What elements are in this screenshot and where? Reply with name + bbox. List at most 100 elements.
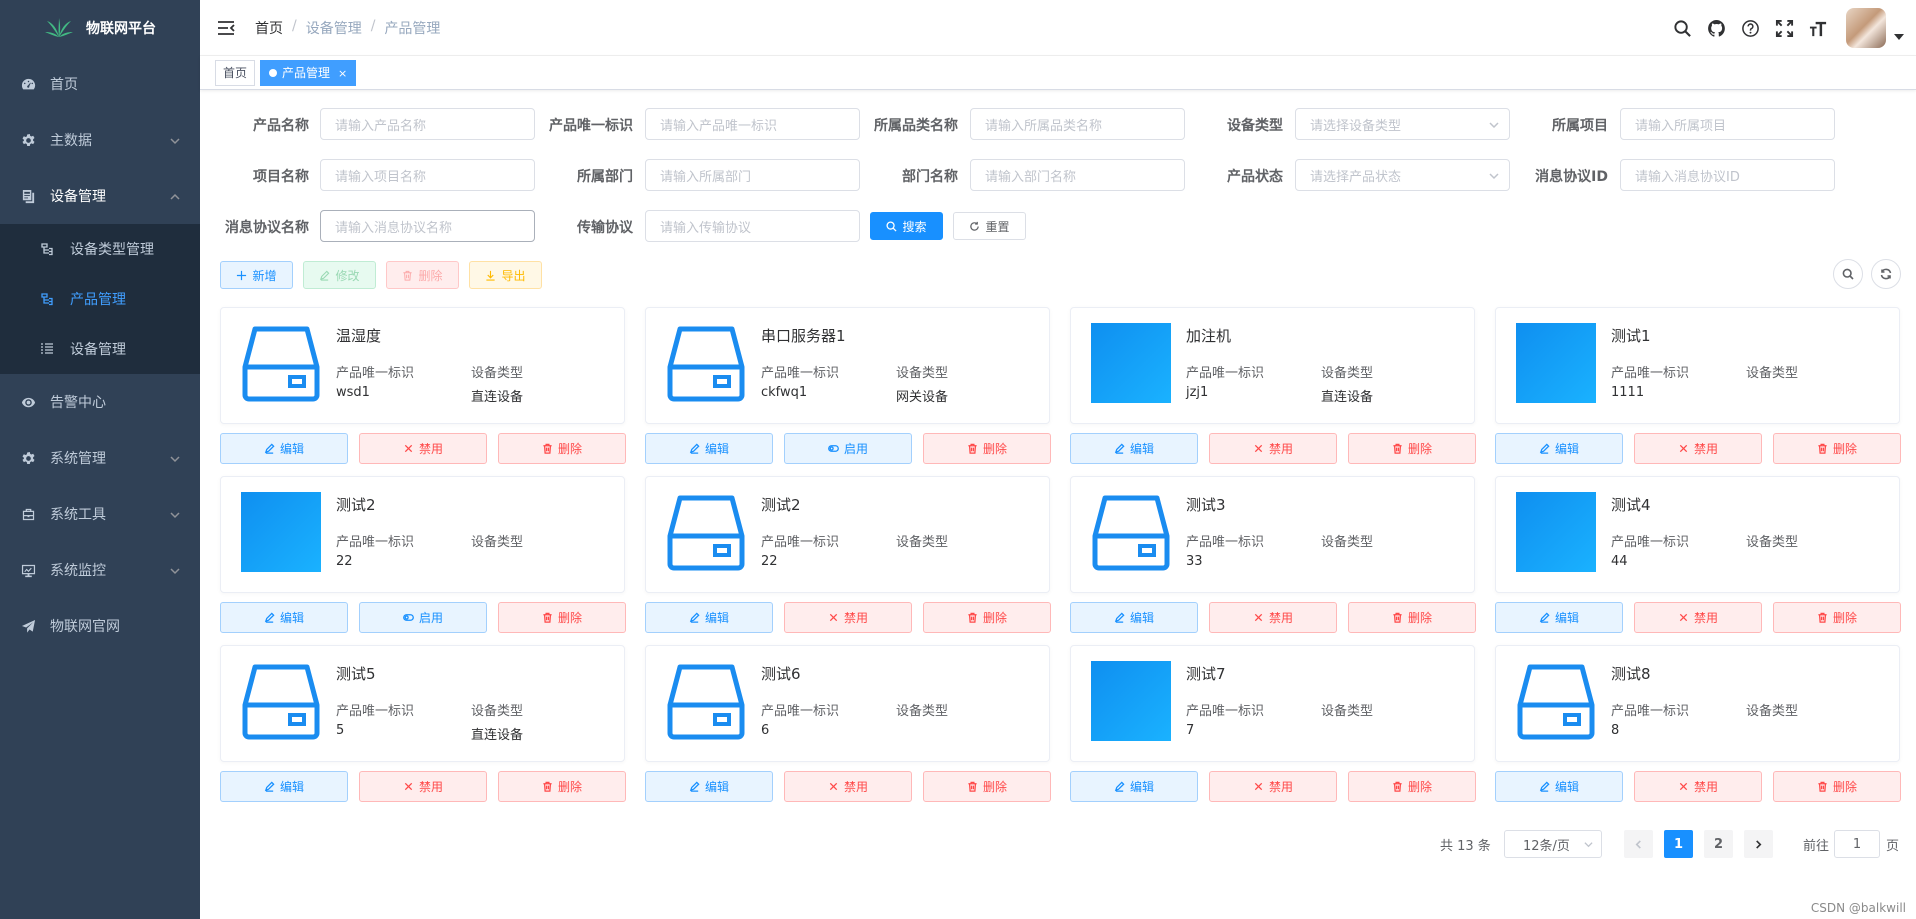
sidebar-item-system-monitor[interactable]: 系统监控 — [0, 542, 200, 598]
card-delete-button[interactable]: 删除 — [1348, 771, 1476, 802]
help-icon[interactable] — [1740, 18, 1760, 38]
reset-button[interactable]: 重置 — [953, 212, 1026, 240]
modify-button[interactable]: 修改 — [303, 261, 376, 289]
sidebar-item-alarm-center[interactable]: 告警中心 — [0, 374, 200, 430]
product-card[interactable]: 测试5 产品唯一标识 5 设备类型 直连设备 — [220, 645, 625, 762]
card-enable-button[interactable]: 启用 — [784, 433, 912, 464]
sidebar-item-system-tools[interactable]: 系统工具 — [0, 486, 200, 542]
protocol-name-input[interactable]: 请输入消息协议名称 — [320, 210, 535, 242]
category-input[interactable]: 请输入所属品类名称 — [970, 108, 1185, 140]
transport-input[interactable]: 请输入传输协议 — [645, 210, 860, 242]
product-card[interactable]: 加注机 产品唯一标识 jzj1 设备类型 直连设备 — [1070, 307, 1475, 424]
product-card[interactable]: 串口服务器1 产品唯一标识 ckfwq1 设备类型 网关设备 — [645, 307, 1050, 424]
card-disable-button[interactable]: 禁用 — [359, 433, 487, 464]
tag-home[interactable]: 首页 — [215, 59, 256, 86]
card-disable-button[interactable]: 禁用 — [1209, 771, 1337, 802]
product-card[interactable]: 测试3 产品唯一标识 33 设备类型 — [1070, 476, 1475, 593]
card-delete-button[interactable]: 删除 — [923, 771, 1051, 802]
product-card[interactable]: 测试2 产品唯一标识 22 设备类型 — [220, 476, 625, 593]
product-card[interactable]: 测试6 产品唯一标识 6 设备类型 — [645, 645, 1050, 762]
fullscreen-icon[interactable] — [1774, 18, 1794, 38]
caret-down-icon[interactable] — [1894, 34, 1904, 40]
add-button[interactable]: 新增 — [220, 261, 293, 289]
search-icon[interactable] — [1672, 18, 1692, 38]
sidebar-item-devices[interactable]: 设备管理 — [0, 324, 200, 374]
card-disable-button[interactable]: 禁用 — [1209, 602, 1337, 633]
card-edit-button[interactable]: 编辑 — [1495, 771, 1623, 802]
card-edit-button[interactable]: 编辑 — [645, 602, 773, 633]
card-edit-button[interactable]: 编辑 — [645, 433, 773, 464]
sidebar-item-master-data[interactable]: 主数据 — [0, 112, 200, 168]
card-edit-button[interactable]: 编辑 — [220, 602, 348, 633]
card-edit-button[interactable]: 编辑 — [220, 771, 348, 802]
toggle-search-button[interactable] — [1833, 259, 1863, 289]
card-edit-button[interactable]: 编辑 — [1070, 771, 1198, 802]
card-disable-button[interactable]: 禁用 — [1634, 771, 1762, 802]
card-enable-button[interactable]: 启用 — [359, 602, 487, 633]
github-icon[interactable] — [1706, 18, 1726, 38]
tag-product-management[interactable]: 产品管理 × — [260, 59, 357, 86]
card-delete-button[interactable]: 删除 — [1348, 602, 1476, 633]
sidebar-item-products[interactable]: 产品管理 — [0, 274, 200, 324]
card-edit-button[interactable]: 编辑 — [1495, 602, 1623, 633]
card-delete-button[interactable]: 删除 — [1348, 433, 1476, 464]
export-button[interactable]: 导出 — [469, 261, 542, 289]
sidebar-item-iot-website[interactable]: 物联网官网 — [0, 598, 200, 654]
page-size-select[interactable]: 12条/页 — [1504, 830, 1602, 858]
product-name-input[interactable]: 请输入产品名称 — [320, 108, 535, 140]
card-disable-button[interactable]: 禁用 — [784, 602, 912, 633]
card-disable-button[interactable]: 禁用 — [784, 771, 912, 802]
device-type-select[interactable]: 请选择设备类型 — [1295, 108, 1510, 140]
page-number-button[interactable]: 1 — [1664, 830, 1693, 858]
card-edit-button-label: 编辑 — [1554, 442, 1579, 456]
product-card[interactable]: 温湿度 产品唯一标识 wsd1 设备类型 直连设备 — [220, 307, 625, 424]
delete-button[interactable]: 删除 — [386, 261, 459, 289]
card-delete-button[interactable]: 删除 — [498, 433, 626, 464]
card-edit-button[interactable]: 编辑 — [645, 771, 773, 802]
search-button[interactable]: 搜索 — [870, 212, 943, 240]
department-name-input[interactable]: 请输入部门名称 — [970, 159, 1185, 191]
card-delete-button[interactable]: 删除 — [923, 433, 1051, 464]
project-name-input[interactable]: 请输入项目名称 — [320, 159, 535, 191]
font-size-icon[interactable] — [1808, 18, 1828, 38]
card-disable-button[interactable]: 禁用 — [1634, 433, 1762, 464]
close-icon[interactable]: × — [338, 67, 347, 80]
product-status-select[interactable]: 请选择产品状态 — [1295, 159, 1510, 191]
product-card[interactable]: 测试8 产品唯一标识 8 设备类型 — [1495, 645, 1900, 762]
card-delete-button[interactable]: 删除 — [1773, 771, 1901, 802]
card-delete-button[interactable]: 删除 — [923, 602, 1051, 633]
department-input[interactable]: 请输入所属部门 — [645, 159, 860, 191]
page-number-button[interactable]: 2 — [1704, 830, 1733, 858]
sidebar-item-device-management[interactable]: 设备管理 — [0, 168, 200, 224]
card-edit-button[interactable]: 编辑 — [1070, 433, 1198, 464]
tag-label: 产品管理 — [282, 65, 331, 80]
project-input[interactable]: 请输入所属项目 — [1620, 108, 1835, 140]
card-disable-button[interactable]: 禁用 — [1634, 602, 1762, 633]
prev-page-button[interactable] — [1624, 830, 1653, 858]
product-card[interactable]: 测试4 产品唯一标识 44 设备类型 — [1495, 476, 1900, 593]
product-card[interactable]: 测试1 产品唯一标识 1111 设备类型 — [1495, 307, 1900, 424]
card-delete-button[interactable]: 删除 — [1773, 602, 1901, 633]
goto-page-input[interactable]: 1 — [1834, 830, 1880, 858]
card-delete-button[interactable]: 删除 — [498, 602, 626, 633]
card-disable-button[interactable]: 禁用 — [1209, 433, 1337, 464]
card-edit-button[interactable]: 编辑 — [1070, 602, 1198, 633]
card-edit-button[interactable]: 编辑 — [1495, 433, 1623, 464]
breadcrumb-home[interactable]: 首页 — [255, 18, 283, 38]
sidebar-item-device-types[interactable]: 设备类型管理 — [0, 224, 200, 274]
product-card[interactable]: 测试7 产品唯一标识 7 设备类型 — [1070, 645, 1475, 762]
card-edit-button[interactable]: 编辑 — [220, 433, 348, 464]
sidebar-item-system-management[interactable]: 系统管理 — [0, 430, 200, 486]
protocol-id-input[interactable]: 请输入消息协议ID — [1620, 159, 1835, 191]
refresh-button[interactable] — [1871, 259, 1901, 289]
hamburger-icon[interactable] — [217, 20, 235, 36]
card-delete-button[interactable]: 删除 — [498, 771, 626, 802]
avatar[interactable] — [1846, 8, 1886, 48]
product-key-input[interactable]: 请输入产品唯一标识 — [645, 108, 860, 140]
card-disable-button[interactable]: 禁用 — [359, 771, 487, 802]
next-page-button[interactable] — [1744, 830, 1773, 858]
sidebar-item-home[interactable]: 首页 — [0, 56, 200, 112]
card-delete-button[interactable]: 删除 — [1773, 433, 1901, 464]
logo[interactable]: 物联网平台 — [0, 0, 200, 56]
product-card[interactable]: 测试2 产品唯一标识 22 设备类型 — [645, 476, 1050, 593]
